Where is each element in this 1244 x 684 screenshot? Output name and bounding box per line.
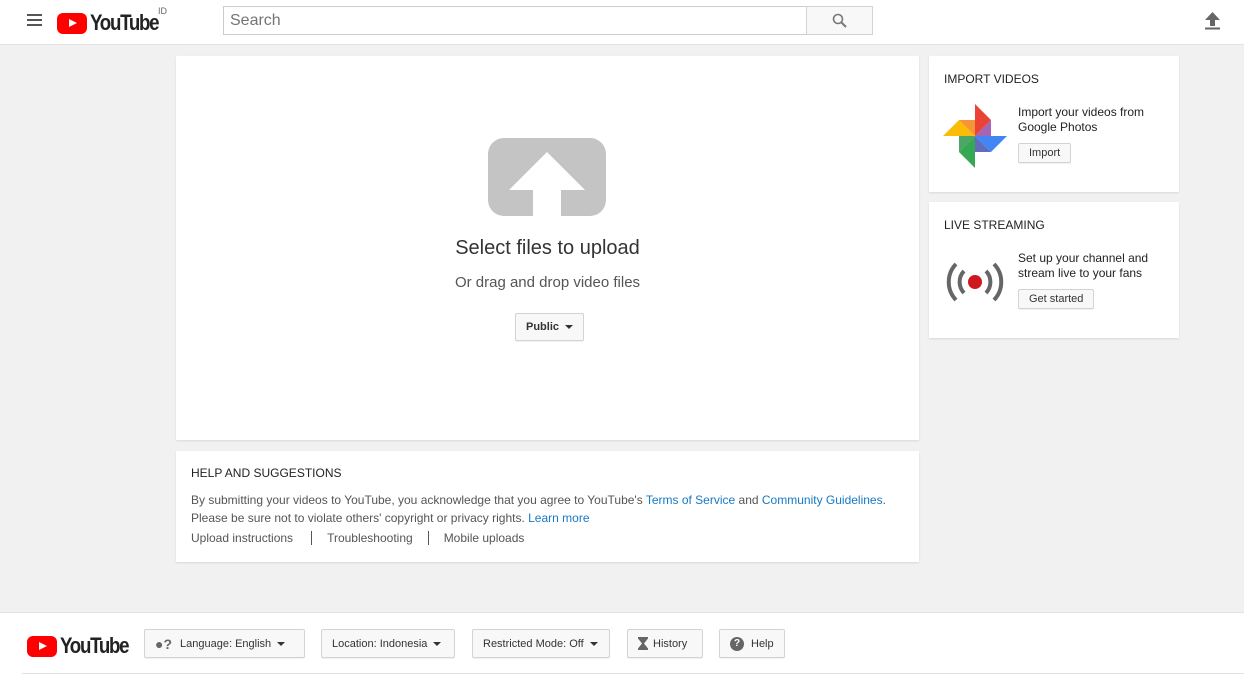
footer-youtube-logo[interactable]: YouTube <box>27 633 140 659</box>
footer: YouTube ●? Language: English Location: In… <box>0 612 1244 684</box>
language-icon: ●? <box>155 635 173 652</box>
google-photos-icon <box>943 104 1007 168</box>
get-started-button[interactable]: Get started <box>1018 289 1095 309</box>
help-links: Upload instructions Troubleshooting Mobi… <box>191 531 524 545</box>
live-title: LIVE STREAMING <box>944 218 1045 232</box>
play-icon <box>27 635 57 657</box>
play-icon <box>57 12 87 34</box>
caret-down-icon <box>565 325 574 330</box>
upload-card[interactable]: Select files to upload Or drag and drop … <box>176 56 919 440</box>
upload-arrow-icon[interactable] <box>488 138 606 216</box>
help-icon: ? <box>730 636 744 651</box>
top-bar: YouTube ID <box>0 0 1244 45</box>
caret-down-icon <box>277 641 286 646</box>
import-text: Import your videos from Google Photos <box>1018 105 1145 134</box>
learn-more-link[interactable]: Learn more <box>528 511 589 525</box>
live-card: LIVE STREAMING Set up your channel and s… <box>929 202 1179 338</box>
search-input[interactable] <box>223 6 807 35</box>
live-stream-icon <box>946 262 1004 302</box>
guidelines-link[interactable]: Community Guidelines <box>762 493 883 507</box>
region-code: ID <box>158 6 167 16</box>
upload-instructions-link[interactable]: Upload instructions <box>191 531 313 545</box>
import-button[interactable]: Import <box>1018 143 1072 163</box>
import-title: IMPORT VIDEOS <box>944 72 1039 86</box>
history-button[interactable]: History <box>627 629 703 658</box>
mobile-uploads-link[interactable]: Mobile uploads <box>429 531 525 545</box>
caret-down-icon <box>433 641 442 646</box>
restricted-mode-button[interactable]: Restricted Mode: Off <box>472 629 610 658</box>
upload-title[interactable]: Select files to upload <box>176 237 919 260</box>
troubleshooting-link[interactable]: Troubleshooting <box>312 531 429 545</box>
terms-link[interactable]: Terms of Service <box>646 493 735 507</box>
language-button[interactable]: ●? Language: English <box>144 629 305 658</box>
help-title: HELP AND SUGGESTIONS <box>191 466 342 480</box>
search-icon <box>832 13 847 28</box>
privacy-dropdown[interactable]: Public <box>515 313 585 341</box>
help-card: HELP AND SUGGESTIONS By submitting your … <box>176 451 919 562</box>
hourglass-icon <box>638 637 648 650</box>
location-button[interactable]: Location: Indonesia <box>321 629 455 658</box>
footer-divider <box>22 673 1244 674</box>
search-button[interactable] <box>806 6 873 35</box>
help-text: By submitting your videos to YouTube, yo… <box>191 493 886 525</box>
help-button[interactable]: ? Help <box>719 629 785 658</box>
upload-subtitle: Or drag and drop video files <box>454 274 641 291</box>
menu-icon[interactable] <box>27 14 42 26</box>
logo-text: YouTube <box>90 10 160 35</box>
upload-icon[interactable] <box>1204 12 1221 30</box>
import-card: IMPORT VIDEOS Import your videos from Go… <box>929 56 1179 192</box>
youtube-logo[interactable]: YouTube <box>57 10 170 36</box>
caret-down-icon <box>589 641 598 646</box>
live-text: Set up your channel and stream live to y… <box>1018 251 1149 280</box>
